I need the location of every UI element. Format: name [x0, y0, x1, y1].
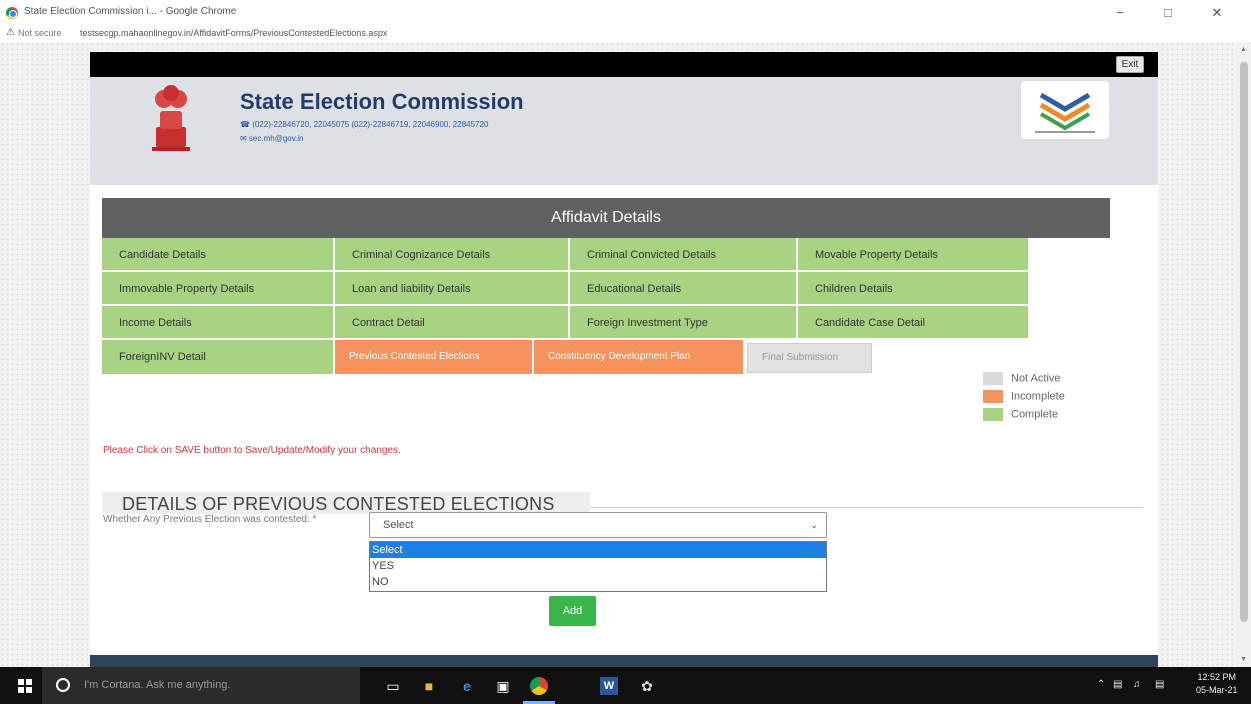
- add-button[interactable]: Add: [549, 596, 596, 626]
- clock-time: 12:52 PM: [1197, 672, 1237, 682]
- tile-candidate-details[interactable]: Candidate Details: [102, 238, 335, 272]
- tile-foreign-investment-type[interactable]: Foreign Investment Type: [570, 306, 798, 340]
- edge-icon[interactable]: e: [456, 675, 478, 697]
- commission-logo-icon: [1021, 81, 1109, 139]
- cortana-placeholder: I'm Cortana. Ask me anything.: [84, 679, 231, 691]
- select-value: Select: [383, 519, 414, 531]
- scroll-up-icon[interactable]: ▲: [1240, 46, 1247, 53]
- tile-contract-detail[interactable]: Contract Detail: [335, 306, 570, 340]
- tray-chevron-icon[interactable]: ⌃: [1097, 679, 1105, 690]
- maximize-button[interactable]: □: [1151, 3, 1185, 23]
- footer-band: [90, 655, 1158, 667]
- taskbar-clock[interactable]: 12:52 PM 05-Mar-21: [1196, 671, 1238, 697]
- tile-previous-contested-elections[interactable]: Previous Contested Elections: [335, 340, 534, 376]
- legend-label: Not Active: [1011, 372, 1061, 385]
- site-title: State Election Commission: [240, 89, 524, 114]
- state-emblem-icon: [152, 85, 190, 151]
- option-yes[interactable]: YES: [370, 558, 826, 574]
- minimize-button[interactable]: −: [1103, 3, 1137, 23]
- scroll-down-icon[interactable]: ▼: [1240, 656, 1247, 663]
- previous-election-label: Whether Any Previous Election was contes…: [103, 514, 317, 525]
- option-select[interactable]: Select: [370, 542, 826, 558]
- legend-incomplete: Incomplete: [983, 390, 1065, 403]
- tile-children-details[interactable]: Children Details: [798, 272, 1030, 306]
- tile-immovable-property[interactable]: Immovable Property Details: [102, 272, 335, 306]
- file-explorer-icon[interactable]: ■: [418, 675, 440, 697]
- option-no[interactable]: NO: [370, 574, 826, 590]
- volume-icon[interactable]: ♫: [1133, 679, 1141, 690]
- page-background: Exit State Election Commission ☎ (022)-2…: [0, 42, 1251, 667]
- select-dropdown-list: Select YES NO: [369, 541, 827, 592]
- chrome-taskbar-icon[interactable]: [528, 675, 550, 697]
- exit-button[interactable]: Exit: [1116, 56, 1144, 73]
- scrollbar-thumb[interactable]: [1240, 62, 1248, 622]
- previous-election-select[interactable]: Select ⌄: [369, 512, 827, 538]
- page-scrollbar[interactable]: ▲ ▼: [1237, 42, 1251, 667]
- page-content: Exit State Election Commission ☎ (022)-2…: [90, 52, 1158, 667]
- tile-foreigninv-detail[interactable]: ForeignINV Detail: [102, 340, 335, 376]
- chevron-down-icon: ⌄: [810, 520, 818, 530]
- save-notice: Please Click on SAVE button to Save/Upda…: [103, 445, 401, 456]
- tile-criminal-convicted[interactable]: Criminal Convicted Details: [570, 238, 798, 272]
- tile-loan-liability[interactable]: Loan and liability Details: [335, 272, 570, 306]
- affidavit-heading: Affidavit Details: [102, 198, 1110, 238]
- legend-complete: Complete: [983, 408, 1058, 421]
- not-secure-label: Not secure: [18, 28, 62, 38]
- legend-swatch: [983, 390, 1003, 403]
- legend-swatch: [983, 372, 1003, 385]
- windows-start-icon[interactable]: [18, 679, 32, 693]
- url-text[interactable]: testsecgp.mahaonlinegov.in/AffidavitForm…: [80, 28, 387, 38]
- section-divider: [590, 507, 1142, 508]
- store-icon[interactable]: ▣: [492, 675, 514, 697]
- close-window-button[interactable]: ✕: [1200, 3, 1234, 23]
- snipping-tool-icon[interactable]: ✿: [636, 675, 658, 697]
- task-view-icon[interactable]: ▭: [382, 675, 404, 697]
- legend-swatch: [983, 408, 1003, 421]
- address-bar[interactable]: ⚠ Not secure testsecgp.mahaonlinegov.in/…: [0, 27, 1251, 42]
- chrome-icon: [6, 7, 18, 19]
- tile-candidate-case-detail[interactable]: Candidate Case Detail: [798, 306, 1030, 340]
- browser-titlebar: State Election Commission i... - Google …: [0, 0, 1251, 28]
- legend-label: Incomplete: [1011, 390, 1065, 403]
- network-icon[interactable]: ▤: [1113, 679, 1122, 690]
- section-title: DETAILS OF PREVIOUS CONTESTED ELECTIONS: [102, 492, 590, 514]
- cortana-search[interactable]: I'm Cortana. Ask me anything.: [42, 667, 360, 704]
- tile-final-submission[interactable]: Final Submission: [747, 343, 872, 373]
- windows-taskbar: I'm Cortana. Ask me anything. ▭ ■ e ▣ W …: [0, 667, 1251, 704]
- cortana-icon: [56, 678, 70, 692]
- tile-movable-property[interactable]: Movable Property Details: [798, 238, 1030, 272]
- contact-phone: ☎ (022)-22846720, 22045075 (022)-2284671…: [240, 120, 489, 129]
- contact-email: ✉ sec.mh@gov.in: [240, 134, 304, 143]
- window-title: State Election Commission i... - Google …: [24, 6, 237, 17]
- top-bar: Exit: [90, 52, 1158, 77]
- tile-educational-details[interactable]: Educational Details: [570, 272, 798, 306]
- clock-date: 05-Mar-21: [1196, 685, 1238, 695]
- tile-criminal-cognizance[interactable]: Criminal Cognizance Details: [335, 238, 570, 272]
- tile-constituency-development-plan[interactable]: Constituency Development Plan: [534, 340, 745, 376]
- site-header: State Election Commission ☎ (022)-228467…: [90, 77, 1158, 185]
- warning-icon: ⚠: [6, 27, 15, 38]
- notification-icon[interactable]: ▤: [1155, 679, 1164, 690]
- tile-income-details[interactable]: Income Details: [102, 306, 335, 340]
- legend-not-active: Not Active: [983, 372, 1061, 385]
- word-icon[interactable]: W: [600, 677, 618, 695]
- legend-label: Complete: [1011, 408, 1059, 421]
